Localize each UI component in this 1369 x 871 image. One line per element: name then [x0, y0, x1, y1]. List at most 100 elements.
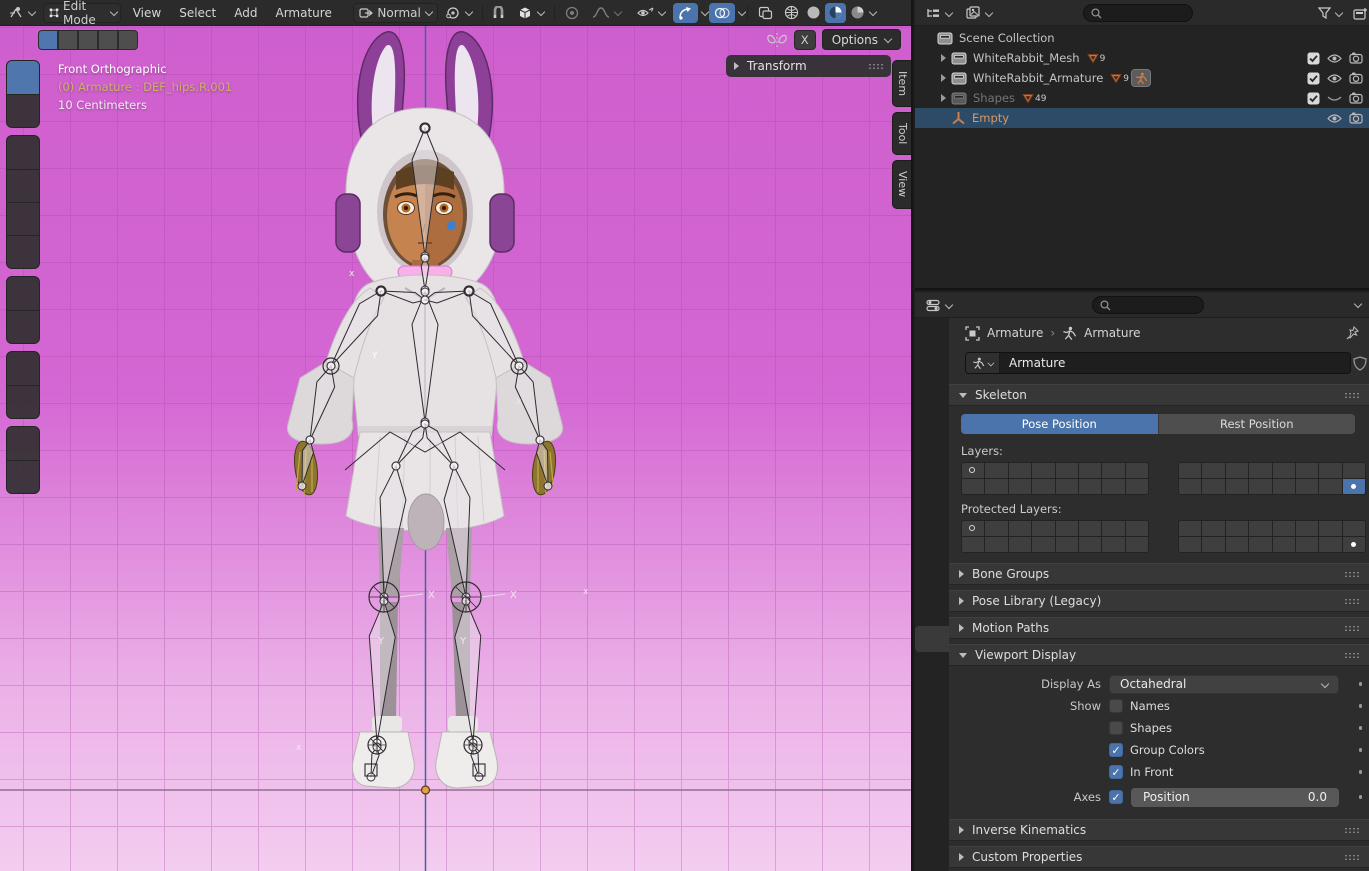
shear-tool[interactable] [7, 460, 40, 493]
panel-grip[interactable] [1344, 652, 1359, 659]
3d-viewport[interactable]: XX YY xx xx Y Edit [0, 0, 913, 871]
layer-cell[interactable] [1273, 463, 1295, 478]
layer-cell[interactable] [1056, 479, 1078, 494]
outliner-display-mode-button[interactable] [961, 3, 997, 23]
layer-cell[interactable] [1102, 463, 1124, 478]
layer-cell[interactable] [1226, 521, 1248, 536]
layer-cell[interactable] [1079, 521, 1101, 536]
layer-cell[interactable] [1102, 479, 1124, 494]
measure-tool[interactable] [7, 310, 40, 343]
outliner-row-empty[interactable]: Empty [915, 108, 1369, 128]
outliner-editor-type-button[interactable] [921, 3, 957, 23]
layer-cell[interactable] [1249, 537, 1271, 552]
layer-cell[interactable] [1056, 521, 1078, 536]
layer-cell[interactable] [1032, 537, 1054, 552]
select-mode-extend[interactable] [58, 30, 78, 50]
hide-eye-icon[interactable] [1327, 73, 1342, 84]
layer-cell[interactable] [1009, 521, 1031, 536]
panel-grip[interactable] [1344, 392, 1359, 399]
scene-tab[interactable] [915, 477, 949, 503]
object-constraints-tab[interactable] [915, 598, 949, 624]
falloff-dropdown[interactable] [587, 3, 626, 23]
layer-cell[interactable] [1273, 521, 1295, 536]
view-layer-tab[interactable] [915, 449, 949, 475]
transform-tool[interactable] [7, 235, 40, 268]
layer-cell[interactable] [1296, 521, 1318, 536]
panel-grip[interactable] [1344, 827, 1359, 834]
properties-search-field[interactable] [1092, 296, 1204, 314]
layer-cell[interactable] [1202, 521, 1224, 536]
outliner-row-shapes[interactable]: Shapes49 [915, 88, 1369, 108]
chevron-down-icon[interactable] [701, 9, 706, 16]
bone-tab[interactable] [915, 656, 949, 682]
layer-cell[interactable] [1126, 479, 1148, 494]
select-mode-invert[interactable] [98, 30, 118, 50]
overlays-toggle[interactable] [709, 3, 735, 23]
armature-name-field[interactable]: Armature [965, 352, 1351, 374]
layer-cell[interactable] [1056, 537, 1078, 552]
transform-panel-header[interactable]: Transform [726, 55, 891, 77]
move-tool[interactable] [7, 136, 40, 169]
layer-cell[interactable] [1226, 463, 1248, 478]
panel-grip[interactable] [868, 63, 883, 70]
axes-position-slider[interactable]: Position0.0 [1131, 788, 1339, 807]
layer-cell[interactable] [985, 479, 1007, 494]
snap-with-dropdown[interactable] [513, 3, 549, 23]
layer-cell[interactable] [1343, 521, 1365, 536]
exclude-checkbox-icon[interactable] [1307, 72, 1320, 85]
panel-grip[interactable] [1344, 598, 1359, 605]
toggle-shapes[interactable]: Shapes [1109, 721, 1172, 735]
shading-material-button[interactable] [825, 3, 846, 23]
layer-cell[interactable] [1202, 479, 1224, 494]
toggle-in-front[interactable]: ✓In Front [1109, 765, 1173, 779]
camera-toggle[interactable] [1349, 92, 1363, 104]
layer-cell[interactable] [1126, 463, 1148, 478]
eye-toggle[interactable] [1327, 53, 1342, 64]
armature-object-chip[interactable] [1131, 69, 1151, 87]
exclude-checkbox-icon[interactable] [1307, 52, 1320, 65]
show-visibility-dropdown[interactable] [632, 3, 670, 23]
layer-cell[interactable] [1319, 463, 1341, 478]
layer-cell[interactable] [1179, 521, 1201, 536]
layer-cell[interactable] [1009, 463, 1031, 478]
eye-closed-toggle[interactable] [1327, 93, 1342, 104]
layer-cell[interactable] [1249, 479, 1271, 494]
options-dropdown[interactable]: Options [822, 29, 901, 50]
check-toggle[interactable] [1307, 72, 1320, 85]
properties-editor-type-button[interactable] [921, 295, 957, 315]
tool-tab[interactable] [915, 358, 949, 384]
outliner-row-scene-collection[interactable]: Scene Collection [915, 28, 1369, 48]
camera-toggle[interactable] [1349, 112, 1363, 124]
layer-cell[interactable] [962, 463, 984, 478]
layer-cell[interactable] [1179, 479, 1201, 494]
bone-groups-panel-header[interactable]: Bone Groups [949, 563, 1369, 585]
layer-cell[interactable] [1079, 463, 1101, 478]
layer-cell[interactable] [1032, 521, 1054, 536]
layer-cell[interactable] [1056, 463, 1078, 478]
outliner-filter-button[interactable] [1313, 3, 1347, 23]
layer-cell[interactable] [1273, 537, 1295, 552]
select-mode-intersect[interactable] [118, 30, 138, 50]
check-toggle[interactable] [1307, 92, 1320, 105]
layer-cell[interactable] [985, 537, 1007, 552]
shading-rendered-button[interactable] [847, 3, 868, 23]
layer-cell[interactable] [1079, 479, 1101, 494]
camera-toggle[interactable] [1349, 52, 1363, 64]
layer-cell[interactable] [1126, 537, 1148, 552]
menu-select[interactable]: Select [170, 3, 225, 23]
panel-grip[interactable] [1344, 571, 1359, 578]
layer-cell[interactable] [1032, 479, 1054, 494]
animate-decorator-dot[interactable] [1359, 770, 1363, 774]
layer-cell[interactable] [1296, 537, 1318, 552]
animate-decorator-dot[interactable] [1359, 748, 1363, 752]
layer-cell[interactable] [962, 537, 984, 552]
panel-grip[interactable] [1344, 625, 1359, 632]
id-type-dropdown[interactable] [966, 353, 1000, 373]
toggle-names[interactable]: Names [1109, 699, 1170, 713]
chevron-down-icon[interactable] [1354, 301, 1361, 308]
pin-icon[interactable] [1346, 326, 1359, 340]
display-as-dropdown[interactable]: Octahedral [1109, 675, 1339, 694]
proportional-editing-button[interactable] [560, 3, 584, 23]
disable-render-camera-icon[interactable] [1349, 112, 1363, 124]
shading-solid-button[interactable] [803, 3, 824, 23]
